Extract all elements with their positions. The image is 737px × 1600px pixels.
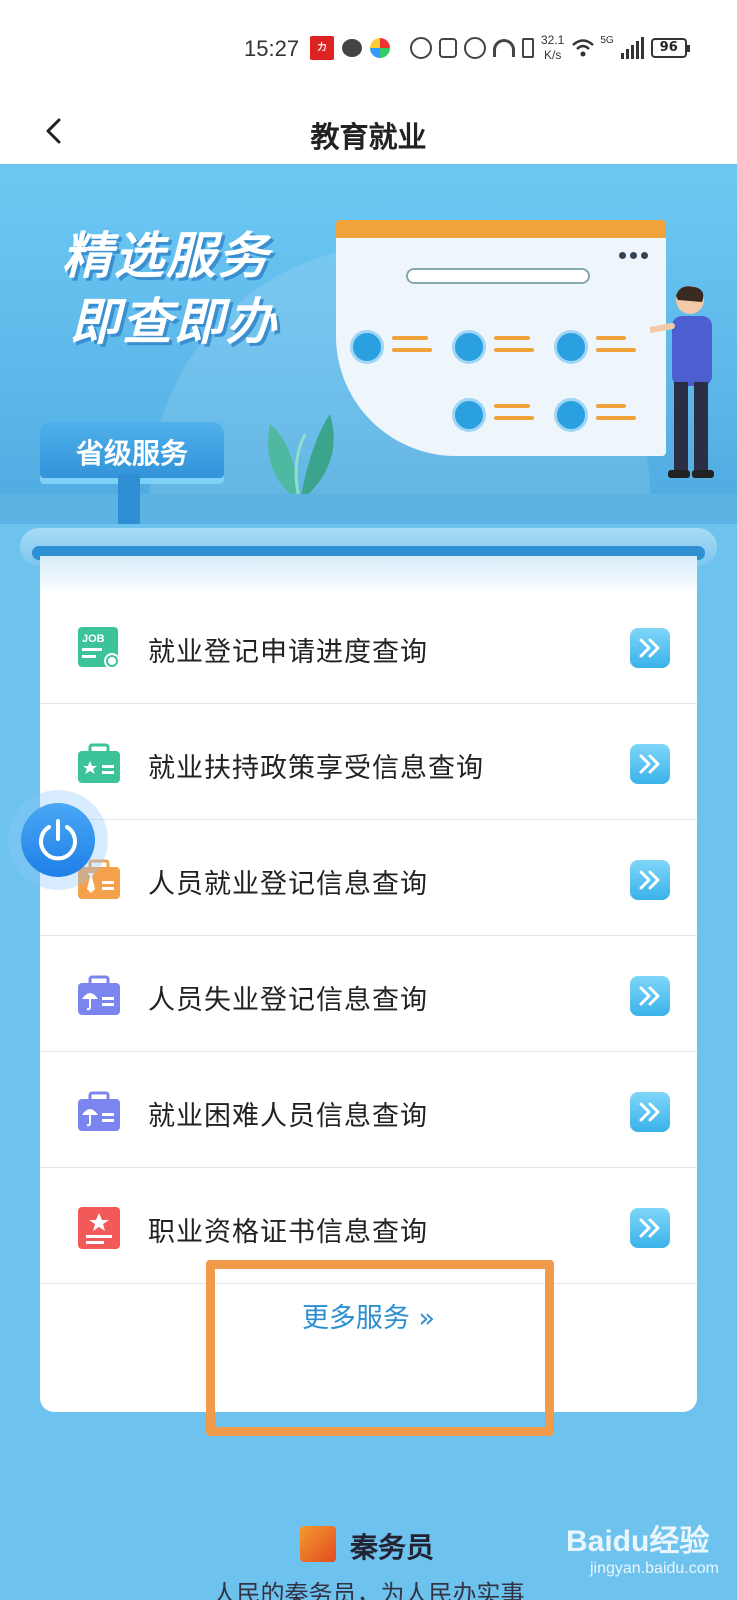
job-icon: JOB bbox=[78, 627, 120, 669]
image-icon bbox=[554, 398, 588, 432]
power-icon bbox=[39, 819, 77, 861]
network-type: 5G bbox=[600, 35, 614, 46]
status-bar: 15:27 力 32.1 K/s 5G 96 bbox=[0, 0, 737, 100]
plant-illustration bbox=[268, 414, 334, 503]
more-dots-icon bbox=[619, 252, 648, 259]
service-item-personnel-employment-registration[interactable]: 人员就业登记信息查询 bbox=[40, 820, 697, 936]
status-notification-icons: 力 bbox=[310, 36, 390, 60]
page-title: 教育就业 bbox=[310, 120, 427, 154]
browser-search-bar-illustration bbox=[406, 268, 590, 284]
briefcase-star-icon bbox=[78, 743, 120, 783]
service-item-employment-support-policy[interactable]: 就业扶持政策享受信息查询 bbox=[40, 704, 697, 820]
highlight-annotation bbox=[206, 1260, 554, 1436]
person-illustration bbox=[650, 286, 714, 478]
briefcase-umbrella-icon bbox=[78, 1091, 120, 1131]
service-item-employment-difficulty-personnel[interactable]: 就业困难人员信息查询 bbox=[40, 1052, 697, 1168]
mail-icon bbox=[350, 330, 384, 364]
sync-icon bbox=[410, 37, 432, 59]
chevron-double-right-icon[interactable] bbox=[630, 1208, 670, 1248]
service-item-personnel-unemployment-registration[interactable]: 人员失业登记信息查询 bbox=[40, 936, 697, 1052]
briefcase-umbrella-icon bbox=[78, 975, 120, 1015]
chevron-double-right-icon[interactable] bbox=[630, 744, 670, 784]
network-speed-value: 32.1 bbox=[541, 33, 565, 47]
user-icon bbox=[452, 398, 486, 432]
document-icon bbox=[452, 330, 486, 364]
service-label: 就业困难人员信息查询 bbox=[148, 1101, 428, 1132]
service-item-employment-registration-progress[interactable]: JOB 就业登记申请进度查询 bbox=[40, 588, 697, 704]
footer-brand: 秦务员 bbox=[350, 1531, 435, 1564]
signal-icon bbox=[620, 37, 644, 59]
pinwheel-app-icon bbox=[370, 38, 390, 58]
battery-icon: 96 bbox=[650, 38, 690, 58]
battery-saver-icon bbox=[522, 38, 534, 58]
status-time: 15:27 bbox=[244, 36, 300, 61]
service-label: 就业登记申请进度查询 bbox=[148, 637, 428, 668]
alarm-icon bbox=[464, 37, 486, 59]
chevron-double-right-icon[interactable] bbox=[630, 1092, 670, 1132]
headphones-icon bbox=[493, 39, 515, 57]
svg-text:JOB: JOB bbox=[82, 633, 105, 645]
title-bar: 教育就业 bbox=[0, 100, 737, 164]
service-label: 就业扶持政策享受信息查询 bbox=[148, 753, 484, 784]
certificate-icon bbox=[78, 1207, 120, 1249]
banner-headline-2: 即查即办 bbox=[70, 293, 278, 351]
browser-illustration bbox=[336, 220, 666, 456]
chevron-double-right-icon[interactable] bbox=[630, 860, 670, 900]
app-notification-icon: 力 bbox=[310, 36, 334, 60]
message-icon bbox=[342, 39, 362, 57]
service-label: 人员就业登记信息查询 bbox=[148, 869, 428, 900]
brand-logo-icon bbox=[300, 1526, 336, 1562]
network-speed: 32.1 K/s bbox=[541, 33, 564, 63]
chevron-double-right-icon[interactable] bbox=[630, 628, 670, 668]
banner-ground bbox=[0, 494, 737, 524]
service-label: 人员失业登记信息查询 bbox=[148, 985, 428, 1016]
status-system-icons: 32.1 K/s 5G 96 bbox=[410, 33, 690, 63]
banner: 精选服务 即查即办 省级服务 bbox=[0, 164, 737, 524]
watermark: Baidu经验 bbox=[566, 1525, 710, 1558]
banner-headline-1: 精选服务 bbox=[62, 227, 270, 285]
network-speed-unit: K/s bbox=[544, 48, 562, 62]
watermark-sub: jingyan.baidu.com bbox=[590, 1560, 719, 1577]
floating-assistant-button[interactable] bbox=[8, 790, 108, 890]
chevron-double-right-icon[interactable] bbox=[630, 976, 670, 1016]
sign-post bbox=[118, 474, 140, 524]
folder-icon bbox=[554, 330, 588, 364]
service-label: 职业资格证书信息查询 bbox=[148, 1217, 428, 1248]
wifi-icon bbox=[571, 37, 595, 59]
nfc-icon bbox=[439, 38, 457, 58]
